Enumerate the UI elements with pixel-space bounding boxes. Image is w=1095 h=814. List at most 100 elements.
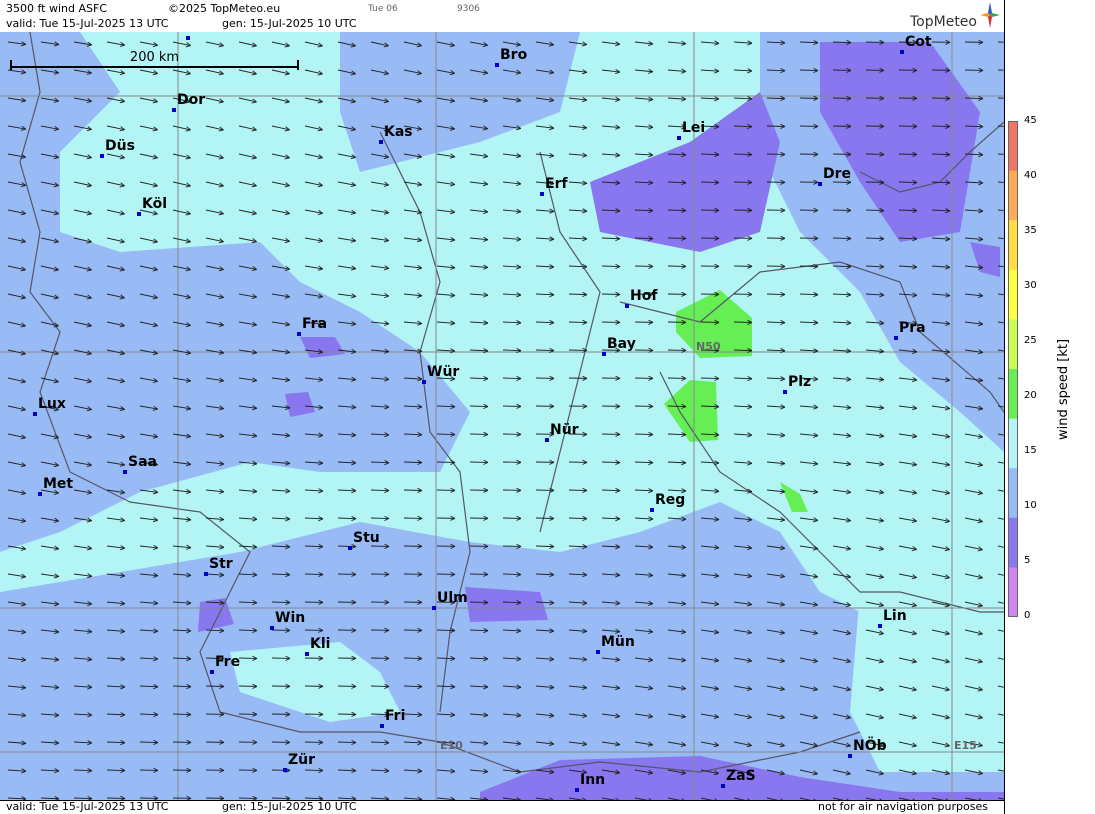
legend-swatch	[1008, 418, 1018, 469]
city-marker-str	[204, 572, 208, 576]
city-marker-met	[38, 492, 42, 496]
city-marker-kas	[379, 140, 383, 144]
city-label-mun_top: Mün	[191, 32, 225, 36]
compass-star-icon	[980, 2, 1000, 28]
city-marker-ulm	[432, 606, 436, 610]
city-label-cot: Cot	[905, 34, 932, 50]
lon-label-10: E10	[440, 739, 463, 752]
city-marker-nob	[848, 754, 852, 758]
city-label-fra: Fra	[302, 316, 328, 332]
city-marker-zur	[283, 768, 287, 772]
city-marker-bro	[495, 63, 499, 67]
city-label-kas: Kas	[384, 124, 413, 140]
city-marker-mun_top	[186, 36, 190, 40]
city-marker-bay	[602, 352, 606, 356]
city-marker-hof	[625, 304, 629, 308]
city-label-wur: Wür	[427, 364, 460, 380]
legend-swatch	[1008, 369, 1018, 420]
wind-map[interactable]: 200 km N50 E10 E15 Mün Bro Cot Dor Kas Lei Düs…	[0, 32, 1004, 800]
city-marker-kol	[137, 212, 141, 216]
city-label-erf: Erf	[545, 176, 568, 192]
city-label-dor: Dor	[177, 92, 206, 108]
topmeteo-logo: TopMeteo	[910, 14, 977, 30]
city-label-bro: Bro	[500, 47, 528, 63]
city-label-mun: Mün	[601, 634, 635, 650]
city-label-fre: Fre	[215, 654, 241, 670]
city-marker-lin	[878, 624, 882, 628]
city-label-hof: Hof	[630, 288, 658, 304]
city-label-str: Str	[209, 556, 233, 572]
city-marker-erf	[540, 192, 544, 196]
city-marker-wur	[422, 380, 426, 384]
city-label-win: Win	[275, 610, 306, 626]
city-label-pra: Pra	[899, 320, 926, 336]
city-label-bay: Bay	[607, 336, 636, 352]
gen-time: gen: 15-Jul-2025 10 UTC	[222, 17, 357, 30]
city-marker-win	[270, 626, 274, 630]
city-label-nob: NÖb	[853, 738, 887, 754]
city-label-lux: Lux	[38, 396, 66, 412]
city-marker-dre	[818, 182, 822, 186]
legend-swatch	[1008, 269, 1018, 320]
legend-swatch	[1008, 220, 1018, 271]
scale-label: 200 km	[129, 50, 180, 65]
city-label-saa: Saa	[128, 454, 157, 470]
footer-disclaimer: not for air navigation purposes	[818, 800, 988, 813]
lat-label: N50	[696, 340, 721, 353]
legend-swatch	[1008, 517, 1018, 568]
legend-swatch	[1008, 121, 1018, 172]
code-label: 9306	[457, 4, 480, 14]
city-marker-reg	[650, 508, 654, 512]
legend-tick: 45	[1024, 115, 1037, 126]
city-marker-fri	[380, 724, 384, 728]
city-marker-mun	[596, 650, 600, 654]
city-marker-dus	[100, 154, 104, 158]
city-label-dre: Dre	[823, 166, 852, 182]
city-marker-lei	[677, 136, 681, 140]
wind-speed-legend	[1008, 121, 1018, 617]
city-label-kli: Kli	[310, 636, 331, 652]
lon-label-15: E15	[954, 739, 977, 752]
footer-gen-time: gen: 15-Jul-2025 10 UTC	[222, 800, 357, 813]
city-marker-fre	[210, 670, 214, 674]
legend-swatch	[1008, 567, 1018, 617]
city-marker-lux	[33, 412, 37, 416]
city-marker-saa	[123, 470, 127, 474]
city-marker-stu	[348, 546, 352, 550]
run-label: Tue 06	[368, 4, 398, 14]
city-label-plz: Plz	[788, 374, 812, 390]
city-marker-nur	[545, 438, 549, 442]
copyright: ©2025 TopMeteo.eu	[168, 2, 281, 15]
city-label-lin: Lin	[883, 608, 907, 624]
legend-tick: 40	[1024, 170, 1037, 181]
city-marker-kli	[305, 652, 309, 656]
city-label-inn: Inn	[580, 772, 606, 788]
map-title: 3500 ft wind ASFC	[6, 2, 107, 15]
legend-tick: 35	[1024, 225, 1037, 236]
city-marker-cot	[900, 50, 904, 54]
valid-time: valid: Tue 15-Jul-2025 13 UTC	[6, 17, 169, 30]
legend-tick: 25	[1024, 335, 1037, 346]
city-label-zur: Zür	[288, 752, 316, 768]
city-marker-fra	[297, 332, 301, 336]
city-label-met: Met	[43, 476, 74, 492]
city-marker-pra	[894, 336, 898, 340]
city-label-kol: Köl	[142, 196, 168, 212]
city-label-stu: Stu	[353, 530, 380, 546]
legend-tick: 20	[1024, 390, 1037, 401]
legend-tick: 5	[1024, 555, 1031, 566]
legend-tick: 30	[1024, 280, 1037, 291]
legend-swatch	[1008, 319, 1018, 370]
legend-tick: 10	[1024, 500, 1037, 511]
city-marker-zas	[721, 784, 725, 788]
legend-title: wind speed [kt]	[1056, 338, 1071, 440]
city-label-reg: Reg	[655, 492, 686, 508]
city-marker-inn	[575, 788, 579, 792]
legend-tick: 15	[1024, 445, 1037, 456]
city-label-nur: Nür	[550, 422, 579, 438]
city-label-fri: Fri	[385, 708, 406, 724]
city-label-dus: Düs	[105, 138, 135, 154]
city-label-ulm: Ulm	[437, 590, 468, 606]
legend-swatch	[1008, 468, 1018, 519]
legend-tick: 0	[1024, 610, 1031, 621]
